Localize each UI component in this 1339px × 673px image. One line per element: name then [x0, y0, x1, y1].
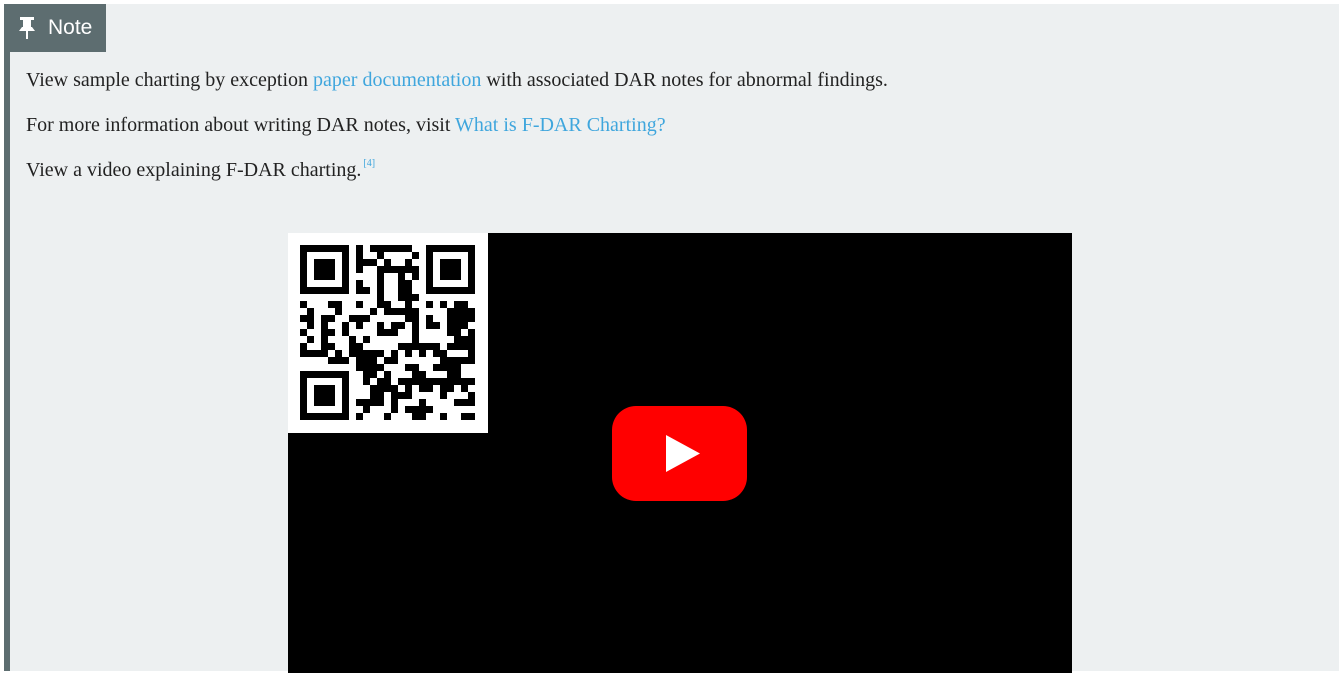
- footnote-link[interactable]: [4]: [363, 158, 375, 169]
- note-line-text: View a video explaining F-DAR charting.: [26, 159, 362, 181]
- video-embed[interactable]: [288, 233, 1072, 673]
- thumbtack-icon: [19, 17, 35, 39]
- note-line-text: For more information about writing DAR n…: [26, 114, 456, 136]
- youtube-play-icon[interactable]: [612, 406, 747, 501]
- note-line-sample-charting: View sample charting by exception paper …: [26, 68, 1319, 92]
- note-line-text: with associated DAR notes for abnormal f…: [481, 69, 888, 91]
- note-body: View sample charting by exception paper …: [26, 68, 1319, 203]
- note-box: Note View sample charting by exception p…: [4, 4, 1339, 673]
- paper-documentation-link[interactable]: paper documentation: [313, 69, 481, 91]
- note-line-text: View sample charting by exception: [26, 69, 314, 91]
- note-title: Note: [48, 16, 93, 39]
- note-line-more-info: For more information about writing DAR n…: [26, 113, 1319, 137]
- note-header: Note: [10, 4, 107, 52]
- note-line-video: View a video explaining F-DAR charting.[…: [26, 158, 1319, 182]
- fdar-charting-link[interactable]: What is F-DAR Charting?: [455, 114, 666, 136]
- qr-code-icon: [288, 233, 488, 433]
